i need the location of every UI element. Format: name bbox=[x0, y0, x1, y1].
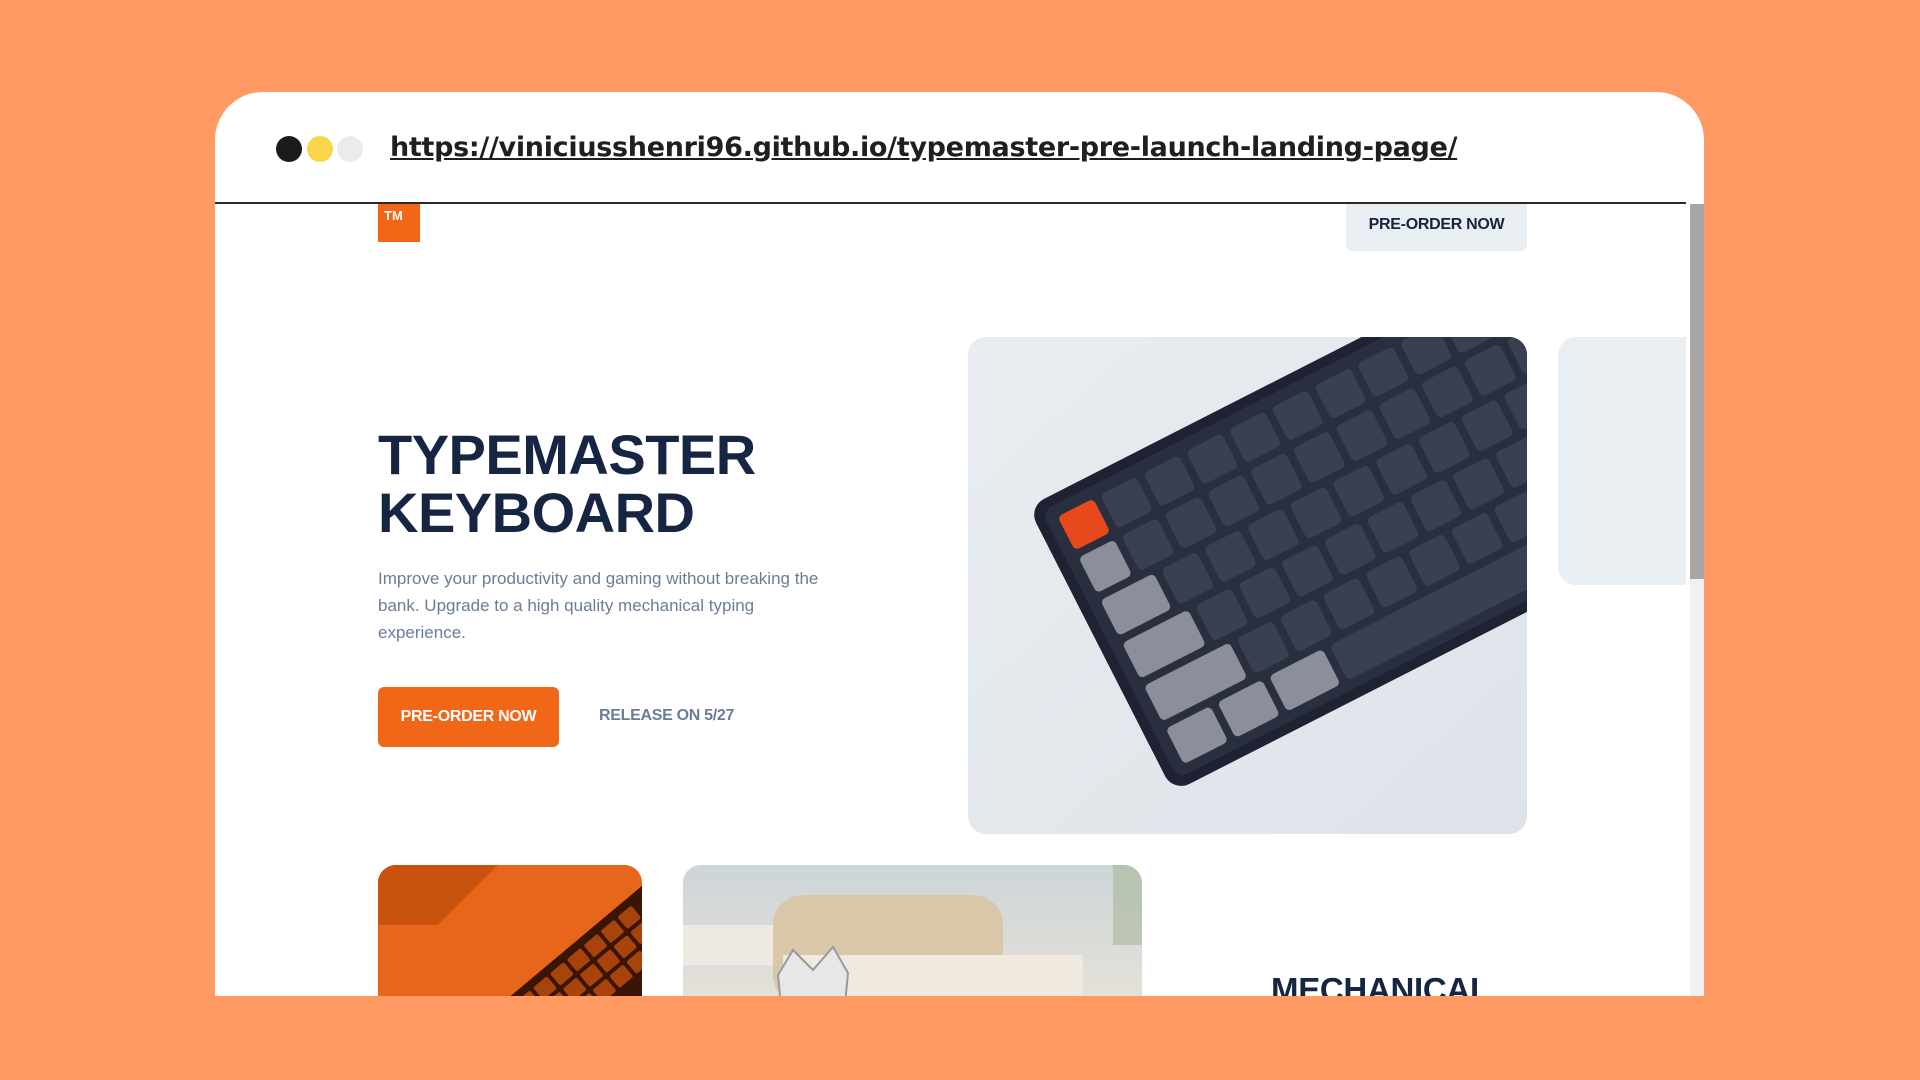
orange-keyboard-illustration bbox=[378, 865, 642, 996]
hero-title-line1: TYPEMASTER bbox=[378, 423, 756, 486]
hero-description: Improve your productivity and gaming wit… bbox=[378, 569, 819, 642]
page-viewport: TM PRE-ORDER NOW TYPEMASTER KEYBOARD Imp… bbox=[215, 204, 1686, 996]
scrollbar-thumb[interactable] bbox=[1690, 204, 1704, 579]
features-heading: MECHANICAL bbox=[1271, 971, 1490, 996]
keyboard-hero-image bbox=[968, 337, 1527, 834]
browser-window: https://viniciusshenri96.github.io/typem… bbox=[215, 92, 1704, 996]
orange-keyboard-image bbox=[378, 865, 642, 996]
browser-toolbar: https://viniciusshenri96.github.io/typem… bbox=[215, 92, 1704, 203]
hero-title: TYPEMASTER KEYBOARD bbox=[378, 426, 756, 542]
release-date-link[interactable]: RELEASE ON 5/27 bbox=[599, 707, 734, 725]
site-logo[interactable]: TM bbox=[378, 204, 420, 242]
hero-preorder-button[interactable]: PRE-ORDER NOW bbox=[378, 687, 559, 747]
desk-setup-image bbox=[683, 865, 1142, 996]
hero-title-line2: KEYBOARD bbox=[378, 481, 695, 544]
page-scrollbar[interactable] bbox=[1690, 204, 1704, 996]
window-minimize-dot[interactable] bbox=[307, 136, 333, 162]
window-close-dot[interactable] bbox=[276, 136, 302, 162]
nav-preorder-button[interactable]: PRE-ORDER NOW bbox=[1346, 204, 1527, 251]
keyboard-illustration bbox=[968, 337, 1527, 834]
window-maximize-dot[interactable] bbox=[337, 136, 363, 162]
desk-illustration bbox=[683, 865, 1142, 996]
carousel-next-card[interactable] bbox=[1558, 337, 1686, 585]
address-link[interactable]: https://viniciusshenri96.github.io/typem… bbox=[390, 132, 1457, 163]
